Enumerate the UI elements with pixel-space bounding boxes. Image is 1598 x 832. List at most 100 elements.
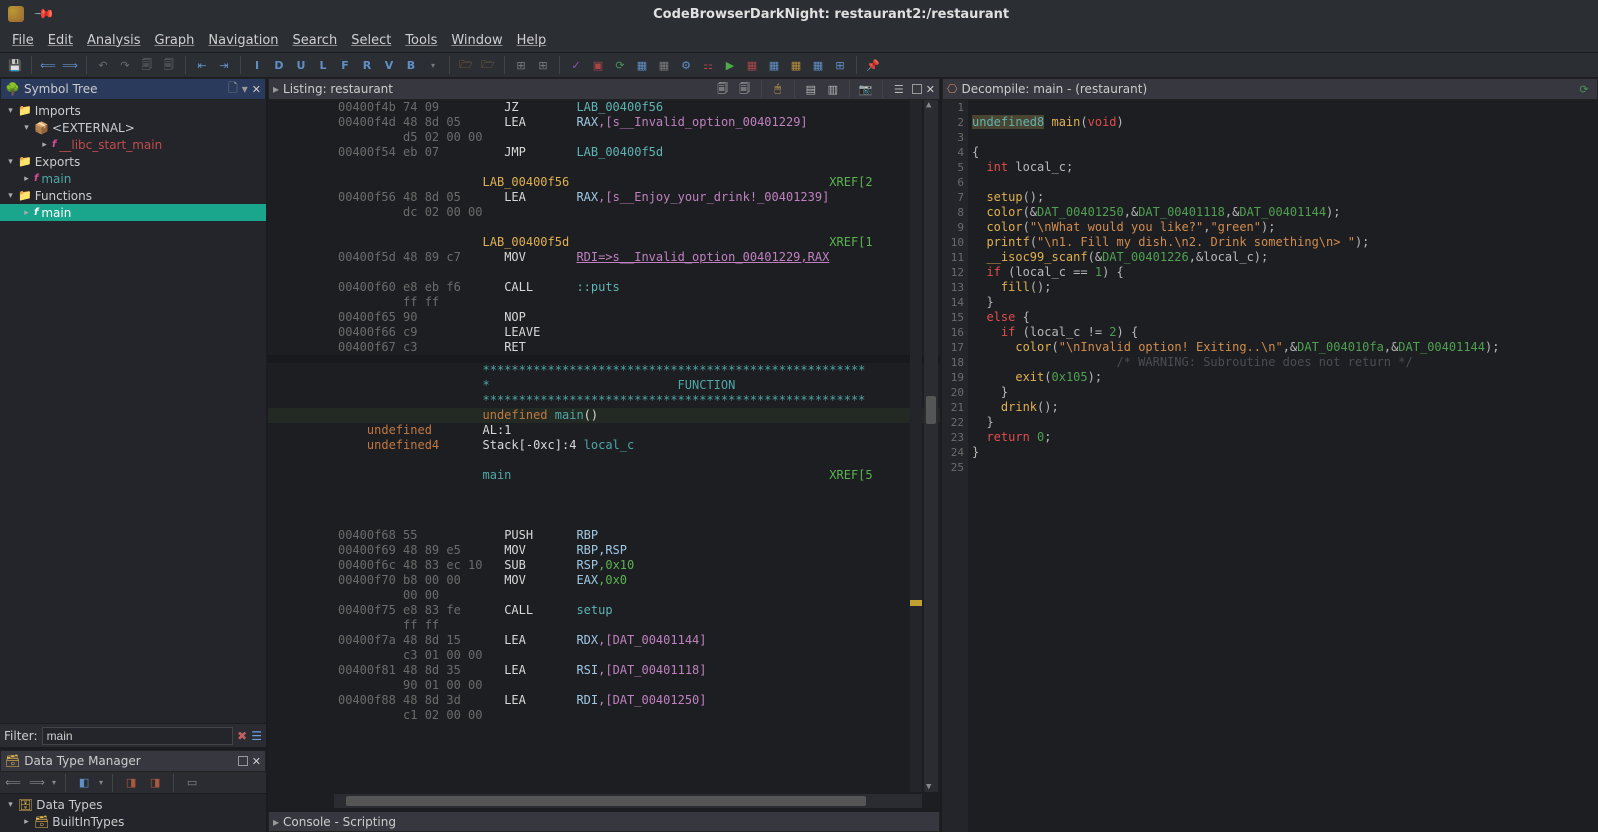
folder-icon: 📁 <box>18 189 32 202</box>
tool6-icon[interactable]: ⊞ <box>534 56 552 74</box>
listing-icon: ▸ <box>273 82 279 96</box>
play-icon[interactable]: ▶ <box>721 56 739 74</box>
dtm-tree[interactable]: ▾🗄Data Types ▸🗃BuiltInTypes <box>0 794 266 832</box>
copy-icon[interactable]: 🗐 <box>714 80 732 98</box>
dtm-tool4-icon[interactable]: ▭ <box>183 774 201 792</box>
menu-edit[interactable]: Edit <box>42 31 79 50</box>
nav-back-icon[interactable]: ⟸ <box>39 56 57 74</box>
external-node[interactable]: ▾📦<EXTERNAL> <box>0 119 266 136</box>
dtm-fwd-icon[interactable]: ⟹ <box>28 774 46 792</box>
hdr-menu-icon[interactable]: ☰ <box>890 80 908 98</box>
restore-icon[interactable] <box>238 756 248 766</box>
filter-input[interactable] <box>42 727 234 745</box>
exports-main-node[interactable]: ▸fmain <box>0 170 266 187</box>
tool2-icon[interactable]: 🗐 <box>160 56 178 74</box>
letter-f-icon[interactable]: F <box>336 56 354 74</box>
config-icon[interactable]: 🗋 <box>228 79 238 100</box>
horizontal-scrollbar[interactable] <box>334 794 922 808</box>
menu-graph[interactable]: Graph <box>149 31 201 50</box>
dtm-header[interactable]: 🗃 Data Type Manager ✕ <box>0 750 266 772</box>
dtm-toolbar: ⟸ ⟹ ▾ ◧ ▾ ◨ ◨ ▭ <box>0 772 266 794</box>
win4-icon[interactable]: ▦ <box>765 56 783 74</box>
win3-icon[interactable]: ▦ <box>743 56 761 74</box>
menu-icon[interactable]: ▾ <box>242 82 248 96</box>
functions-main-node[interactable]: ▸fmain <box>0 204 266 221</box>
listing-header[interactable]: ▸ Listing: restaurant 🗐 🗐 🖱 ▤ ▥ 📷 ☰ ✕ <box>268 78 940 100</box>
diff-icon[interactable]: ▥ <box>824 80 842 98</box>
bookmark-icon[interactable]: 📌 <box>864 56 882 74</box>
close-icon[interactable]: ✕ <box>252 83 261 96</box>
function-icon: f <box>52 139 56 150</box>
menu-tools[interactable]: Tools <box>399 31 443 50</box>
paste-icon[interactable]: 🗐 <box>736 80 754 98</box>
dtm-tool2-icon[interactable]: ◨ <box>122 774 140 792</box>
cursor-icon[interactable]: 🖱 <box>769 80 787 98</box>
tool1-icon[interactable]: 🗐 <box>138 56 156 74</box>
filter-options-icon[interactable]: ☰ <box>251 729 262 743</box>
tool5-icon[interactable]: ⊞ <box>512 56 530 74</box>
letter-r-icon[interactable]: R <box>358 56 376 74</box>
close-icon[interactable]: ✕ <box>252 755 261 768</box>
win7-icon[interactable]: ⊞ <box>831 56 849 74</box>
decompile-header[interactable]: ⎔ Decompile: main - (restaurant) ⟳ <box>942 78 1598 100</box>
rerun-icon[interactable]: ⟳ <box>1575 80 1593 98</box>
tool3-icon[interactable]: 🗁 <box>457 56 475 74</box>
next-func-icon[interactable]: ⇥ <box>215 56 233 74</box>
folder-icon: 📁 <box>18 155 32 168</box>
function-icon: f <box>34 207 38 218</box>
vertical-scrollbar[interactable]: ▲ ▼ <box>924 100 938 792</box>
libc-node[interactable]: ▸f__libc_start_main <box>0 136 266 153</box>
gear-icon[interactable]: ⚙ <box>677 56 695 74</box>
dtm-builtin-node[interactable]: ▸🗃BuiltInTypes <box>0 813 266 830</box>
save-icon[interactable]: 💾 <box>6 56 24 74</box>
redo-icon[interactable]: ↷ <box>116 56 134 74</box>
dtm-tool1-icon[interactable]: ◧ <box>75 774 93 792</box>
decompile-view[interactable]: 1234567891011121314151617181920212223242… <box>942 100 1598 832</box>
win6-icon[interactable]: ▦ <box>809 56 827 74</box>
box-icon[interactable]: ▣ <box>589 56 607 74</box>
dropdown-icon[interactable]: ▾ <box>424 56 442 74</box>
symbol-tree[interactable]: ▾📁Imports ▾📦<EXTERNAL> ▸f__libc_start_ma… <box>0 100 266 723</box>
clear-filter-icon[interactable]: ✖ <box>237 729 247 743</box>
dtm-back-icon[interactable]: ⟸ <box>4 774 22 792</box>
menu-navigation[interactable]: Navigation <box>202 31 284 50</box>
listing-view[interactable]: 00400f4b 74 09 JZ LAB_00400f5600400f4d 4… <box>268 100 940 810</box>
dtm-root-node[interactable]: ▾🗄Data Types <box>0 796 266 813</box>
undo-icon[interactable]: ↶ <box>94 56 112 74</box>
menu-file[interactable]: File <box>6 31 40 50</box>
nav-fwd-icon[interactable]: ⟹ <box>61 56 79 74</box>
symbol-tree-header[interactable]: 🌳 Symbol Tree 🗋 ▾ ✕ <box>0 78 266 100</box>
snapshot-icon[interactable]: 📷 <box>857 80 875 98</box>
fields-icon[interactable]: ▤ <box>802 80 820 98</box>
letter-d-icon[interactable]: D <box>270 56 288 74</box>
check-icon[interactable]: ✓ <box>567 56 585 74</box>
restore-icon[interactable] <box>912 84 922 94</box>
close-icon[interactable]: ✕ <box>926 83 935 96</box>
functions-node[interactable]: ▾📁Functions <box>0 187 266 204</box>
dtm-tool3-icon[interactable]: ◨ <box>146 774 164 792</box>
menu-analysis[interactable]: Analysis <box>81 31 147 50</box>
letter-v-icon[interactable]: V <box>380 56 398 74</box>
letter-i-icon[interactable]: I <box>248 56 266 74</box>
pin-icon[interactable]: 📌 <box>33 3 55 25</box>
exports-node[interactable]: ▾📁Exports <box>0 153 266 170</box>
overview-ruler[interactable] <box>910 100 922 792</box>
menu-select[interactable]: Select <box>345 31 397 50</box>
menu-window[interactable]: Window <box>445 31 508 50</box>
menu-help[interactable]: Help <box>511 31 553 50</box>
win2-icon[interactable]: ▦ <box>655 56 673 74</box>
win5-icon[interactable]: ▦ <box>787 56 805 74</box>
letter-u-icon[interactable]: U <box>292 56 310 74</box>
dtm-icon: 🗃 <box>5 754 20 768</box>
win1-icon[interactable]: ▦ <box>633 56 651 74</box>
tool4-icon[interactable]: 🗁 <box>479 56 497 74</box>
refresh-icon[interactable]: ⟳ <box>611 56 629 74</box>
title-bar: 📌 CodeBrowserDarkNight: restaurant2:/res… <box>0 0 1598 28</box>
prev-func-icon[interactable]: ⇤ <box>193 56 211 74</box>
console-header[interactable]: ▸ Console - Scripting <box>268 810 940 832</box>
graph-icon[interactable]: ⚏ <box>699 56 717 74</box>
letter-b-icon[interactable]: B <box>402 56 420 74</box>
menu-search[interactable]: Search <box>287 31 344 50</box>
letter-l-icon[interactable]: L <box>314 56 332 74</box>
imports-node[interactable]: ▾📁Imports <box>0 102 266 119</box>
